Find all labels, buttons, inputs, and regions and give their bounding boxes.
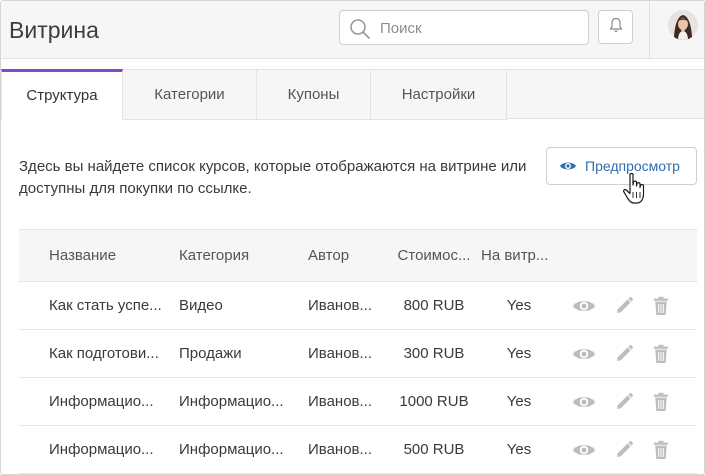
row-price: 300 RUB: [403, 345, 465, 362]
hand-cursor-icon: [622, 172, 648, 213]
pencil-icon[interactable]: [614, 282, 634, 329]
notifications-button[interactable]: [598, 10, 633, 44]
row-category: Видео: [179, 297, 223, 314]
row-visible: Yes: [506, 297, 532, 314]
top-header: Витрина: [1, 1, 704, 59]
row-name: Информацио...: [49, 441, 154, 458]
tab-categories[interactable]: Категории: [123, 69, 257, 120]
eye-icon[interactable]: [572, 330, 596, 377]
tab-structure[interactable]: Структура: [1, 69, 123, 120]
row-category: Информацио...: [179, 441, 284, 458]
trash-icon[interactable]: [653, 282, 669, 329]
row-visible: Yes: [506, 441, 532, 458]
row-author: Иванов...: [308, 297, 373, 314]
row-name: Как стать успе...: [49, 297, 162, 314]
tab-bar: Структура Категории Купоны Настройки: [1, 69, 704, 120]
row-visible: Yes: [506, 393, 532, 410]
page-title: Витрина: [9, 17, 99, 43]
tab-bar-filler: [506, 69, 704, 119]
tab-coupons[interactable]: Купоны: [257, 69, 371, 120]
table-row[interactable]: Информацио... Информацио... Иванов... 10…: [19, 378, 697, 426]
avatar[interactable]: [668, 10, 698, 40]
row-name: Информацио...: [49, 393, 154, 410]
row-name: Как подготови...: [49, 345, 159, 362]
row-price: 500 RUB: [403, 441, 465, 458]
column-header-price[interactable]: Стоимос...: [394, 230, 474, 281]
search-input[interactable]: [380, 17, 580, 39]
eye-icon[interactable]: [572, 426, 596, 473]
eye-icon: [559, 160, 577, 172]
search-box[interactable]: [339, 10, 589, 45]
row-author: Иванов...: [308, 441, 373, 458]
pencil-icon[interactable]: [614, 426, 634, 473]
search-icon: [349, 18, 371, 45]
column-header-author[interactable]: Автор: [308, 230, 388, 281]
pencil-icon[interactable]: [614, 378, 634, 425]
trash-icon[interactable]: [653, 330, 669, 377]
table-row[interactable]: Информацио... Информацио... Иванов... 50…: [19, 426, 697, 474]
column-header-visible[interactable]: На витр...: [481, 230, 557, 281]
trash-icon[interactable]: [653, 378, 669, 425]
table-header: Название Категория Автор Стоимос... На в…: [19, 229, 697, 282]
table-row[interactable]: Как стать успе... Видео Иванов... 800 RU…: [19, 282, 697, 330]
pencil-icon[interactable]: [614, 330, 634, 377]
courses-table: Название Категория Автор Стоимос... На в…: [19, 229, 697, 474]
row-category: Информацио...: [179, 393, 284, 410]
eye-icon[interactable]: [572, 282, 596, 329]
app-window: Витрина Поиск Структура Категории Купоны…: [0, 0, 705, 475]
row-category: Продажи: [179, 345, 242, 362]
header-divider: [649, 1, 650, 59]
page-description: Здесь вы найдете список курсов, которые …: [19, 158, 527, 197]
eye-icon[interactable]: [572, 378, 596, 425]
row-author: Иванов...: [308, 345, 373, 362]
bell-icon: [609, 17, 623, 38]
row-author: Иванов...: [308, 393, 373, 410]
table-row[interactable]: Как подготови... Продажи Иванов... 300 R…: [19, 330, 697, 378]
trash-icon[interactable]: [653, 426, 669, 473]
row-visible: Yes: [506, 345, 532, 362]
row-price: 1000 RUB: [399, 393, 469, 410]
row-price: 800 RUB: [403, 297, 465, 314]
tab-settings[interactable]: Настройки: [371, 69, 507, 120]
column-header-category[interactable]: Категория: [179, 230, 301, 281]
column-header-name[interactable]: Название: [49, 230, 173, 281]
